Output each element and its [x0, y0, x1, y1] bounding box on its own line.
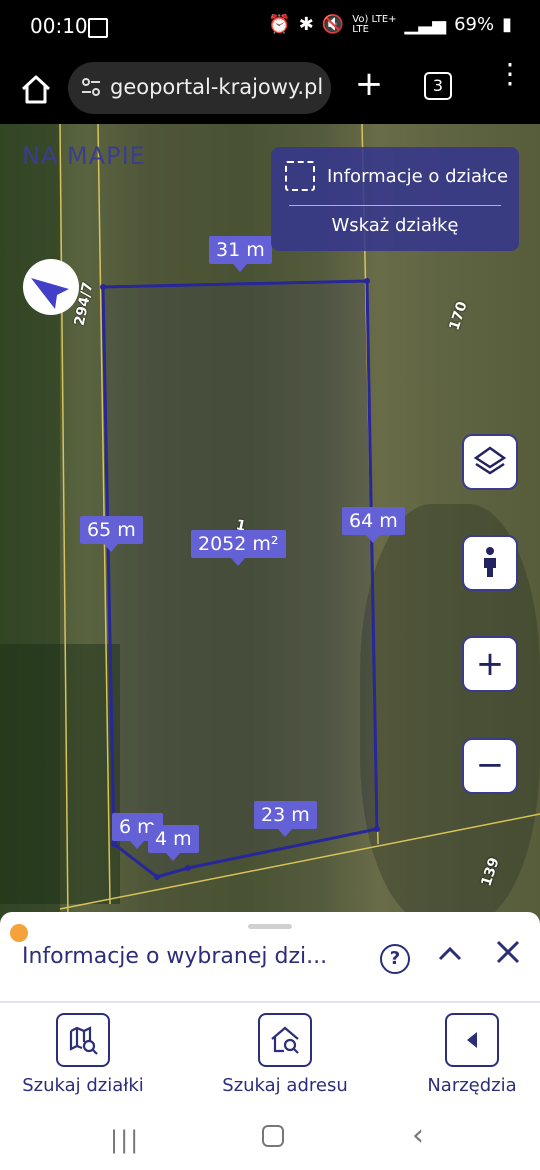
- measurement-label-bottom-left: 4 m: [148, 825, 199, 861]
- area-label: 2052 m²: [191, 530, 286, 566]
- navigation-arrow-icon: [31, 278, 69, 309]
- measurement-label-right: 64 m: [342, 507, 405, 543]
- signal-icon: ▁▃▅: [404, 14, 447, 35]
- expand-sheet-button[interactable]: [436, 940, 464, 975]
- layers-button[interactable]: [462, 434, 518, 490]
- zoom-out-button[interactable]: −: [462, 738, 518, 794]
- help-button[interactable]: ?: [380, 944, 410, 974]
- chevron-up-icon: [438, 946, 462, 961]
- search-parcel-button[interactable]: Szukaj działki: [22, 1013, 144, 1096]
- system-navigation-bar: ||| ‹: [0, 1100, 540, 1170]
- bottom-navigation: Szukaj działki Szukaj adresu Narzędzia: [0, 1003, 540, 1100]
- bottom-sheet: Informacje o wybranej dzi... ?: [0, 912, 540, 1004]
- select-parcel-icon: [285, 161, 315, 191]
- search-address-icon: [258, 1013, 312, 1067]
- tools-icon: [445, 1013, 499, 1067]
- nav-label: Narzędzia: [427, 1075, 517, 1096]
- street-view-button[interactable]: [462, 535, 518, 591]
- search-parcel-icon: [56, 1013, 110, 1067]
- new-tab-button[interactable]: +: [354, 67, 384, 101]
- parcel-vertex: [100, 284, 106, 290]
- recents-button[interactable]: |||: [110, 1126, 140, 1154]
- parcel-info-panel: Informacje o działce Wskaż działkę: [271, 147, 519, 251]
- back-button[interactable]: ‹: [412, 1118, 424, 1153]
- selected-parcel-outline[interactable]: [101, 279, 379, 879]
- gallery-icon: [88, 18, 108, 38]
- tab-switcher-button[interactable]: 3: [424, 72, 452, 100]
- layers-icon: [473, 446, 507, 475]
- browser-menu-button[interactable]: ⋮: [496, 60, 524, 108]
- person-icon: [484, 547, 496, 577]
- url-text: geoportal-krajowy.pl: [110, 75, 324, 99]
- parcel-vertex: [185, 865, 191, 871]
- network-type: Vo) LTE+ LTE: [352, 13, 397, 35]
- browser-toolbar: geoportal-krajowy.pl + 3 ⋮: [0, 56, 540, 124]
- sheet-title: Informacje o wybranej dzi...: [22, 944, 328, 969]
- close-icon: [496, 940, 520, 964]
- measurement-label-top: 31 m: [209, 236, 272, 272]
- battery-icon: ▮: [502, 14, 512, 35]
- parcel-vertex: [111, 841, 117, 847]
- bluetooth-icon: ✱: [298, 14, 314, 35]
- status-icons: ⏰ ✱ 🔇 Vo) LTE+ LTE ▁▃▅ 69% ▮: [268, 14, 512, 35]
- search-address-button[interactable]: Szukaj adresu: [222, 1013, 348, 1096]
- zoom-in-button[interactable]: +: [462, 636, 518, 692]
- measurement-label-left: 65 m: [80, 516, 143, 552]
- tools-button[interactable]: Narzędzia: [424, 1013, 520, 1096]
- status-dot-icon: [10, 924, 28, 942]
- parcel-vertex: [154, 874, 160, 880]
- sheet-drag-handle[interactable]: [248, 924, 292, 929]
- home-system-button[interactable]: [262, 1125, 284, 1147]
- clock: 00:10: [30, 14, 88, 38]
- home-button[interactable]: [14, 68, 58, 112]
- measurement-label-bottom: 23 m: [254, 801, 317, 837]
- status-bar: 00:10 ⏰ ✱ 🔇 Vo) LTE+ LTE ▁▃▅ 69% ▮: [0, 0, 540, 56]
- alarm-icon: ⏰: [268, 14, 291, 35]
- parcel-vertex: [364, 278, 370, 284]
- parcel-vertex: [374, 826, 380, 832]
- battery-level: 69%: [454, 14, 495, 35]
- close-sheet-button[interactable]: [494, 938, 522, 974]
- nav-label: Szukaj działki: [22, 1075, 144, 1096]
- address-bar[interactable]: geoportal-krajowy.pl: [68, 62, 331, 114]
- compass-button[interactable]: [23, 259, 79, 315]
- mute-icon: 🔇: [321, 14, 345, 35]
- app-logo: NA MAPIE: [22, 142, 146, 170]
- nav-label: Szukaj adresu: [222, 1075, 348, 1096]
- site-settings-icon[interactable]: [80, 76, 102, 98]
- divider: [289, 205, 501, 206]
- home-icon: [21, 75, 51, 104]
- parcel-boundary-line: [59, 124, 69, 924]
- parcel-info-button[interactable]: Informacje o działce: [285, 161, 508, 191]
- point-parcel-button[interactable]: Wskaż działkę: [271, 215, 519, 236]
